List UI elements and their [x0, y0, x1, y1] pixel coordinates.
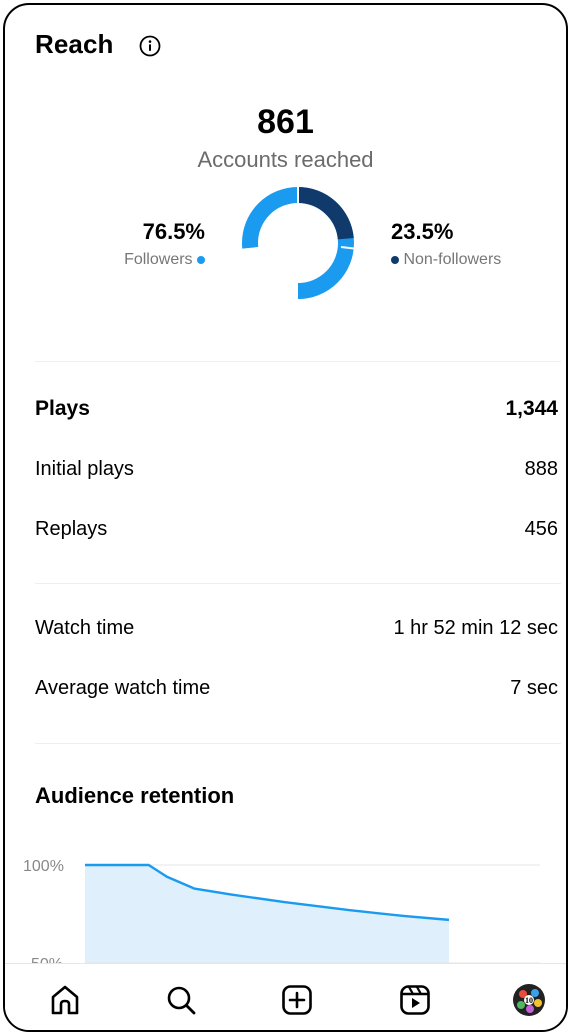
average-watch-time-value: 7 sec	[510, 677, 558, 699]
plays-total: 1,344	[505, 397, 558, 420]
watch-time-label: Watch time	[35, 617, 135, 639]
followers-legend: Followers	[124, 251, 205, 269]
divider	[35, 743, 561, 744]
non-followers-legend: Non-followers	[391, 251, 501, 269]
info-icon[interactable]	[139, 35, 161, 57]
plays-title: Plays	[35, 397, 90, 420]
profile-avatar[interactable]: 10	[511, 982, 547, 1018]
non-followers-dot	[391, 255, 399, 264]
initial-plays-value: 888	[524, 458, 558, 480]
average-watch-time-label: Average watch time	[35, 677, 211, 699]
reels-icon[interactable]	[397, 982, 433, 1018]
create-icon[interactable]	[279, 982, 315, 1018]
watch-time-value: 1 hr 52 min 12 sec	[393, 617, 558, 639]
replays-label: Replays	[35, 518, 108, 540]
retention-area	[85, 865, 449, 971]
search-icon[interactable]	[163, 982, 199, 1018]
replays-value: 456	[524, 518, 558, 540]
followers-percent: 76.5%	[142, 219, 205, 244]
section-title-reach: Reach	[35, 29, 114, 59]
svg-text:10: 10	[525, 996, 533, 1005]
divider	[35, 361, 561, 362]
non-followers-percent: 23.5%	[391, 219, 454, 244]
ytick-100: 100%	[23, 858, 64, 875]
bottom-nav-bar: 10	[5, 963, 566, 1030]
accounts-reached-label: Accounts reached	[197, 147, 374, 172]
followers-donut-chart	[242, 187, 356, 299]
reach-screen: Reach 861 Accounts reached 76.5% Followe…	[3, 3, 568, 1032]
followers-label: Followers	[124, 251, 193, 268]
divider	[35, 583, 561, 584]
non-followers-label: Non-followers	[403, 251, 502, 268]
initial-plays-label: Initial plays	[35, 458, 134, 480]
followers-dot	[197, 255, 205, 264]
audience-retention-title: Audience retention	[35, 783, 235, 808]
home-icon[interactable]	[47, 982, 83, 1018]
accounts-reached-value: 861	[257, 103, 314, 141]
audience-retention-chart: 100% 50%	[23, 858, 540, 971]
